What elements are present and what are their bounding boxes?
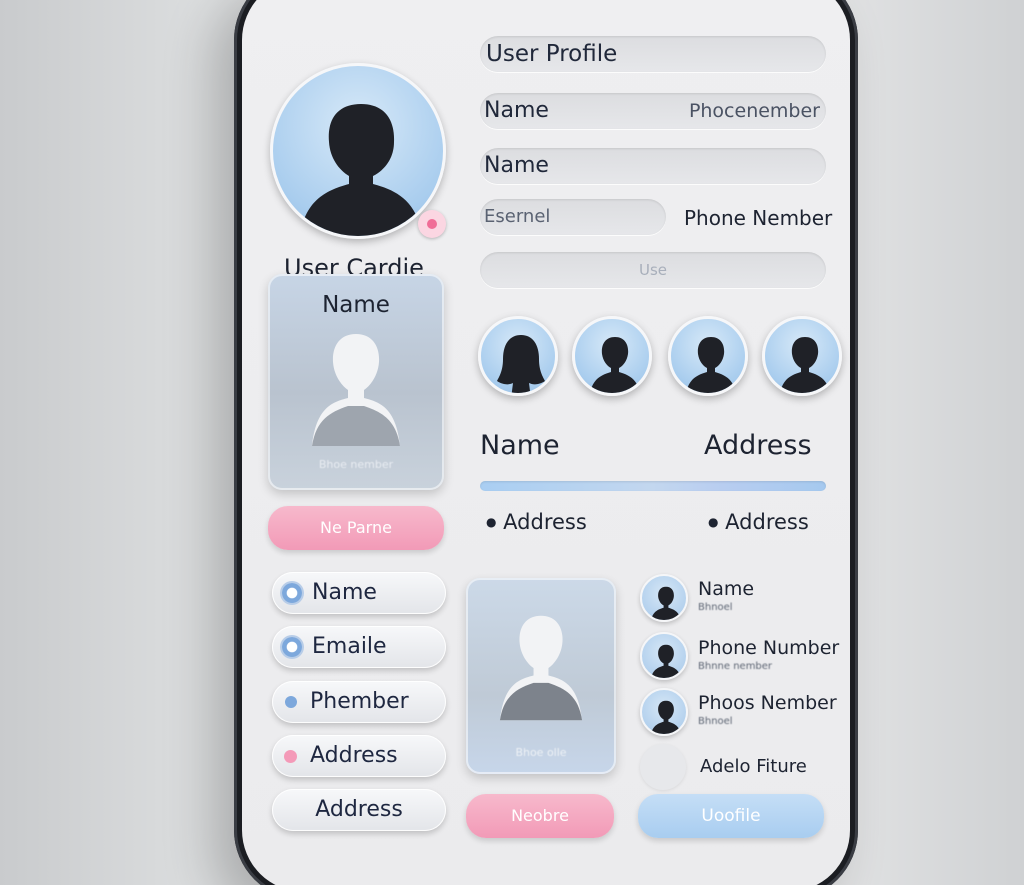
card-title: Name bbox=[322, 292, 390, 318]
picture-card-caption: Bhoe olle bbox=[515, 746, 567, 759]
list-item-label: Address bbox=[315, 797, 403, 822]
person-placeholder-icon bbox=[312, 334, 400, 446]
secondary-pink-button-label: Neobre bbox=[511, 806, 569, 825]
name-heading: Name bbox=[480, 430, 560, 461]
radio-icon bbox=[282, 637, 302, 657]
profile-button[interactable]: Uoofile bbox=[638, 794, 824, 838]
contact-name-2: Phone Number bbox=[698, 637, 840, 659]
person-female-icon bbox=[497, 335, 545, 393]
address-bullet-1-text: Address bbox=[503, 510, 587, 534]
person-icon bbox=[651, 700, 681, 734]
contact-sub-3: Bhnoel bbox=[698, 716, 733, 727]
avatar-male-3[interactable] bbox=[762, 316, 842, 396]
secondary-pink-button[interactable]: Neobre bbox=[466, 794, 614, 838]
list-item-email[interactable]: Emaile bbox=[272, 626, 446, 668]
contact-avatar-3[interactable] bbox=[640, 688, 688, 736]
picture-placeholder-circle[interactable] bbox=[640, 744, 686, 790]
profile-avatar[interactable] bbox=[270, 63, 446, 239]
contact-name-1: Name bbox=[698, 578, 755, 600]
list-item-address[interactable]: Address bbox=[272, 735, 446, 777]
page-title: User Profile bbox=[486, 41, 618, 67]
bullet-icon: ● bbox=[708, 515, 719, 529]
bullet-icon: ● bbox=[486, 515, 497, 529]
person-icon bbox=[651, 644, 681, 678]
list-item-address-2[interactable]: Address bbox=[272, 789, 446, 831]
phone-field-label: Phocenember bbox=[688, 100, 820, 122]
address-bullet-2-text: Address bbox=[725, 510, 809, 534]
person-icon bbox=[779, 337, 831, 393]
contact-name-3: Phoos Nember bbox=[698, 692, 837, 714]
name-field-label: Name bbox=[484, 98, 549, 123]
person-icon bbox=[685, 337, 737, 393]
contact-avatar-2[interactable] bbox=[640, 632, 688, 680]
avatar-male-1[interactable] bbox=[572, 316, 652, 396]
email-field[interactable]: Esernel bbox=[480, 199, 666, 235]
address-bullet-2: ● Address bbox=[708, 510, 809, 534]
email-field-value: Esernel bbox=[484, 206, 551, 227]
phone-number-label: Phone Nember bbox=[684, 206, 833, 230]
notification-badge[interactable] bbox=[418, 210, 446, 238]
list-item-label: Phember bbox=[310, 689, 409, 714]
list-item-label: Emaile bbox=[312, 634, 387, 659]
list-item-label: Name bbox=[312, 580, 377, 605]
card-caption: Bhoe nember bbox=[318, 458, 394, 471]
list-item-label: Address bbox=[310, 743, 398, 768]
user-field[interactable]: Use bbox=[480, 252, 826, 288]
name-field-value: Name bbox=[484, 153, 549, 178]
person-silhouette-icon bbox=[299, 104, 423, 236]
title-field: User Profile bbox=[480, 36, 826, 72]
picture-card[interactable]: Bhoe olle bbox=[466, 578, 616, 774]
person-icon bbox=[589, 337, 641, 393]
address-heading: Address bbox=[704, 430, 812, 461]
dot-icon bbox=[285, 696, 297, 708]
contact-avatar-1[interactable] bbox=[640, 574, 688, 622]
primary-pink-button-label: Ne Parne bbox=[320, 518, 392, 537]
add-picture-label: Adelo Fiture bbox=[700, 756, 807, 777]
address-bullet-1: ● Address bbox=[486, 510, 587, 534]
primary-pink-button[interactable]: Ne Parne bbox=[268, 506, 444, 550]
phone-frame: User Cardie User Profile Name Phocenembe… bbox=[234, 0, 858, 885]
avatar-female[interactable] bbox=[478, 316, 558, 396]
list-item-phone[interactable]: Phember bbox=[272, 681, 446, 723]
divider-bar bbox=[480, 481, 826, 491]
name-phone-field[interactable]: Name Phocenember bbox=[480, 93, 826, 129]
profile-card[interactable]: Name Bhoe nember bbox=[268, 274, 444, 490]
contact-sub-2: Bhnne nember bbox=[698, 661, 773, 672]
profile-button-label: Uoofile bbox=[701, 806, 761, 826]
dot-icon bbox=[284, 750, 297, 763]
avatar-male-2[interactable] bbox=[668, 316, 748, 396]
contact-sub-1: Bhnoel bbox=[698, 602, 733, 613]
phone-screen: User Cardie User Profile Name Phocenembe… bbox=[242, 0, 850, 885]
radio-icon bbox=[282, 583, 302, 603]
list-item-name[interactable]: Name bbox=[272, 572, 446, 614]
person-icon bbox=[651, 586, 681, 620]
user-field-value: Use bbox=[638, 261, 668, 279]
person-placeholder-icon bbox=[499, 615, 583, 721]
name-field[interactable]: Name bbox=[480, 148, 826, 184]
